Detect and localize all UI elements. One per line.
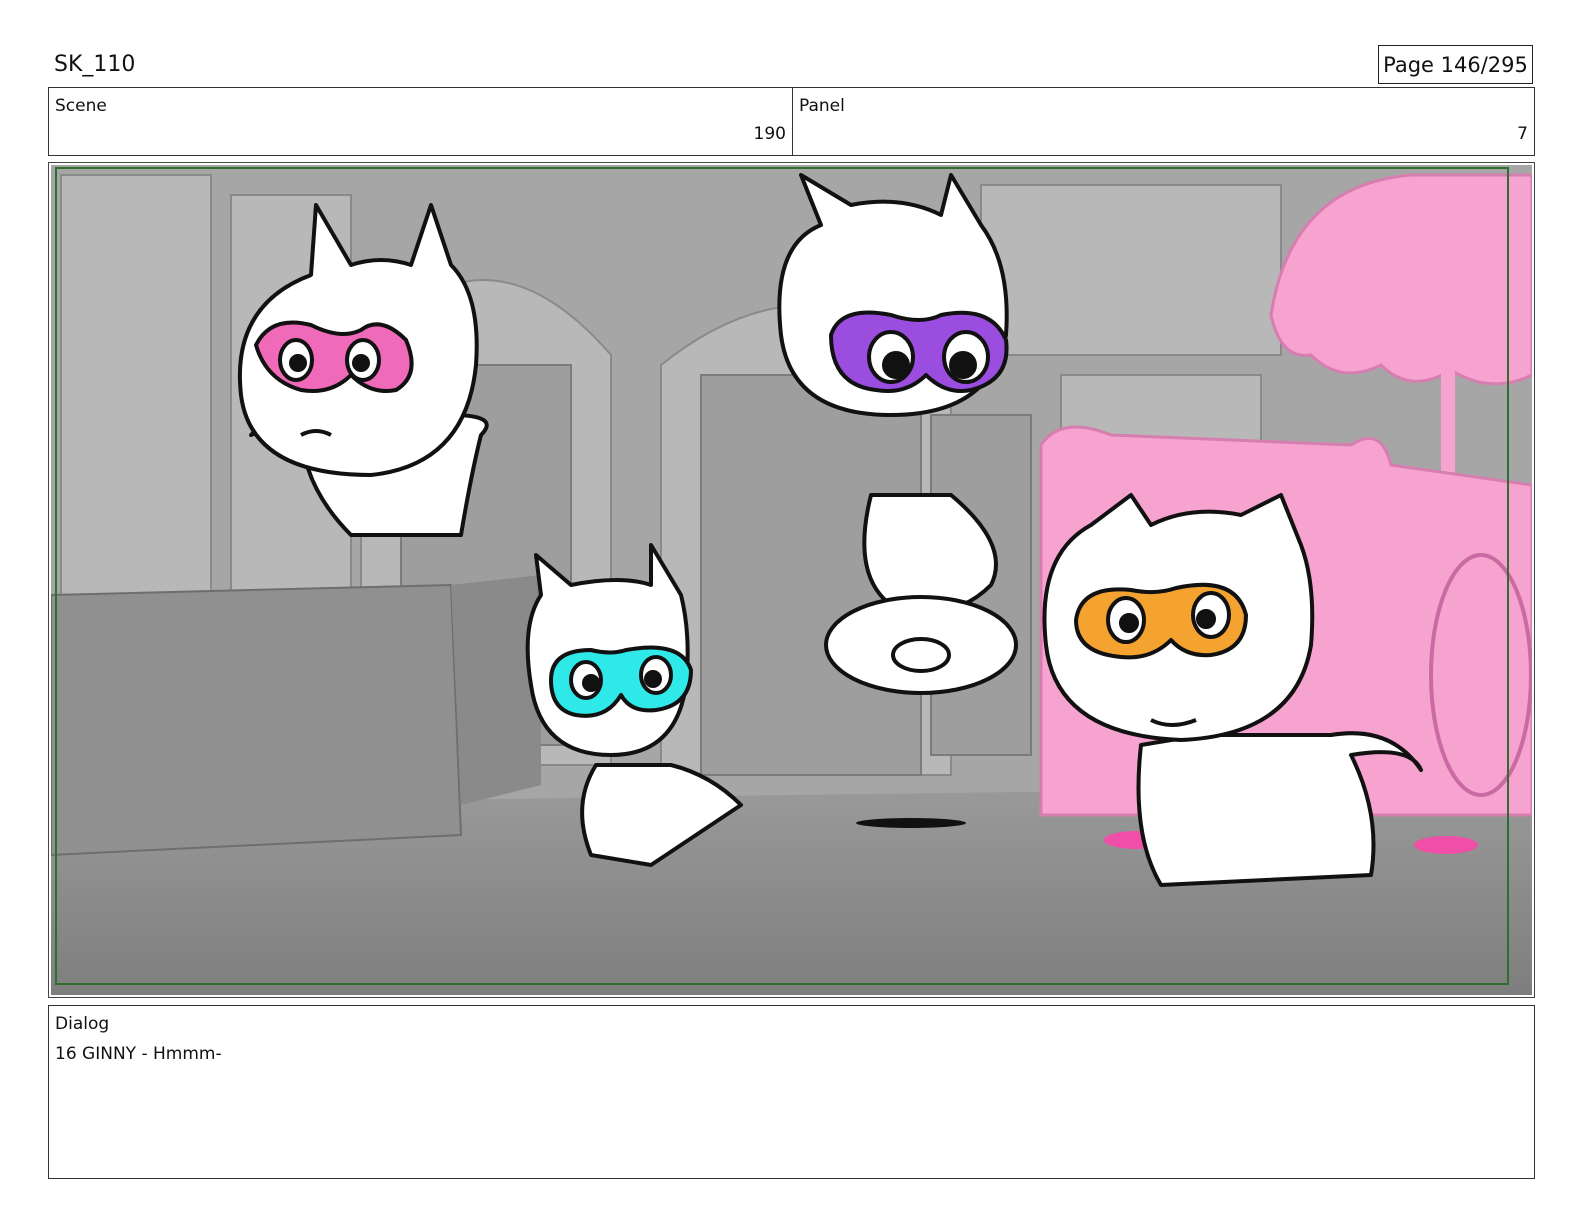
- storyboard-frame: [48, 162, 1535, 998]
- scene-label: Scene: [55, 96, 107, 116]
- page-number-box: Page 146/295: [1378, 45, 1533, 84]
- page-number: Page 146/295: [1383, 52, 1528, 77]
- storyboard-drawing: [51, 165, 1532, 995]
- ledge: [51, 583, 463, 857]
- scene-number: 190: [753, 124, 786, 144]
- panel-number: 7: [1517, 124, 1528, 144]
- scene-cell: Scene 190: [49, 88, 793, 155]
- panel-cell: Panel 7: [793, 88, 1534, 155]
- panel-label: Panel: [799, 96, 845, 116]
- dialog-text: 16 GINNY - Hmmm-: [55, 1044, 222, 1064]
- dialog-label: Dialog: [55, 1014, 110, 1034]
- document-id: SK_110: [54, 52, 136, 77]
- dialog-box: Dialog 16 GINNY - Hmmm-: [48, 1005, 1535, 1179]
- scene-panel-info-row: Scene 190 Panel 7: [48, 87, 1535, 156]
